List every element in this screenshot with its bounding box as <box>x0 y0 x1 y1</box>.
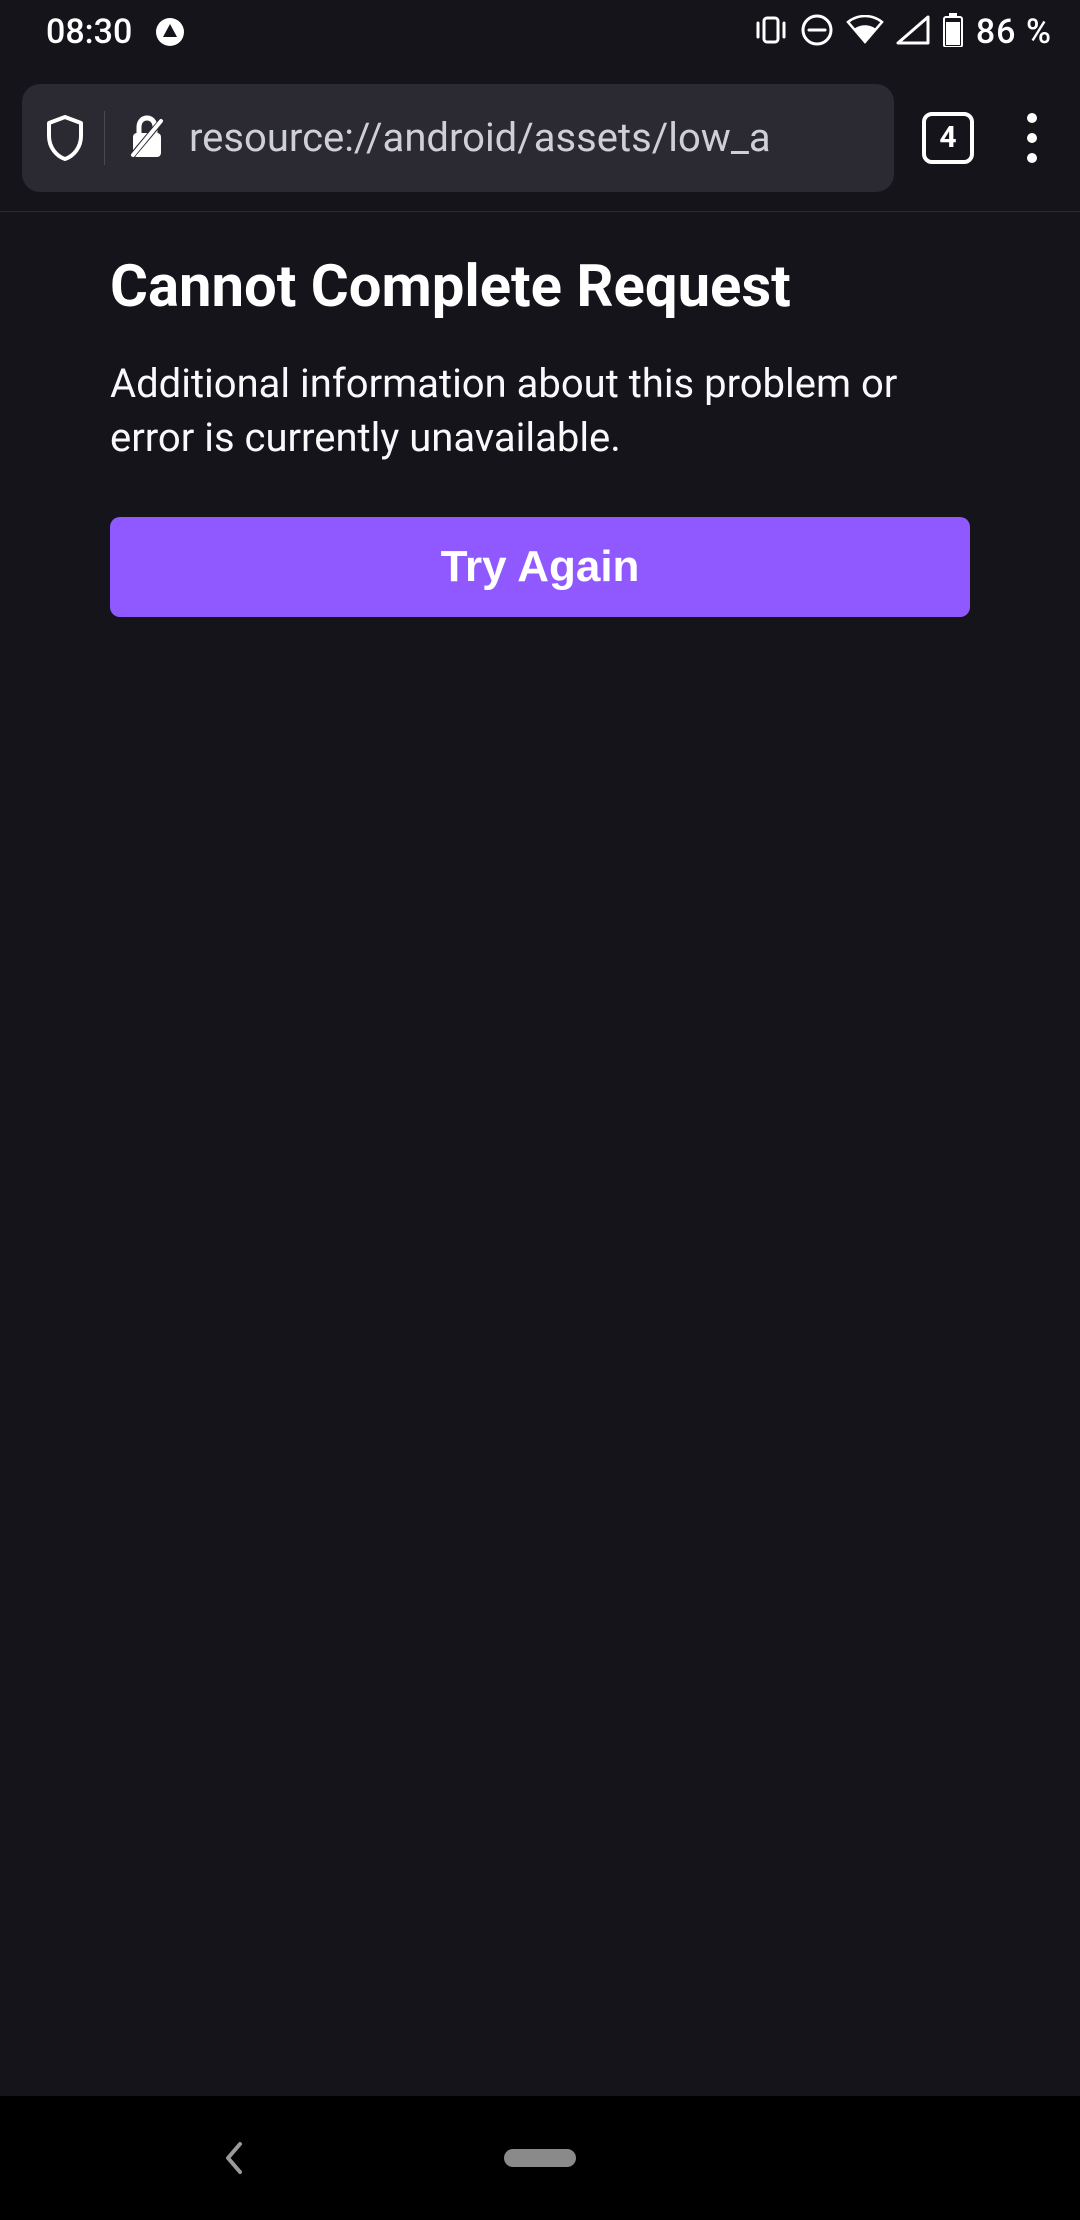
kebab-icon <box>1027 113 1037 163</box>
tab-count-box: 4 <box>922 112 974 164</box>
address-bar[interactable]: resource://android/assets/low_a <box>22 84 894 192</box>
overflow-menu-button[interactable] <box>1002 102 1062 174</box>
status-bar: 08:30 <box>0 0 1080 64</box>
tracking-protection-icon[interactable] <box>44 111 105 165</box>
battery-percent-label: 86 % <box>976 12 1052 52</box>
app-notification-icon <box>154 16 186 48</box>
gesture-pill[interactable] <box>504 2149 576 2167</box>
status-bar-left: 08:30 <box>46 12 186 52</box>
wifi-icon <box>846 15 884 49</box>
error-message: Additional information about this proble… <box>110 357 970 465</box>
vibrate-icon <box>754 15 788 49</box>
do-not-disturb-icon <box>800 13 834 51</box>
tabs-button[interactable]: 4 <box>912 102 984 174</box>
site-security-icon[interactable] <box>125 113 169 163</box>
browser-toolbar: resource://android/assets/low_a 4 <box>0 64 1080 212</box>
tab-count-label: 4 <box>939 120 956 155</box>
try-again-button[interactable]: Try Again <box>110 517 970 617</box>
cellular-signal-icon <box>896 15 930 49</box>
url-text: resource://android/assets/low_a <box>189 114 872 161</box>
battery-icon <box>942 13 964 51</box>
error-title: Cannot Complete Request <box>110 254 970 321</box>
status-bar-right: 86 % <box>754 12 1052 52</box>
clock-label: 08:30 <box>46 12 132 52</box>
error-page: Cannot Complete Request Additional infor… <box>0 212 1080 617</box>
system-navigation-bar <box>0 2096 1080 2220</box>
back-icon[interactable] <box>220 2138 248 2178</box>
